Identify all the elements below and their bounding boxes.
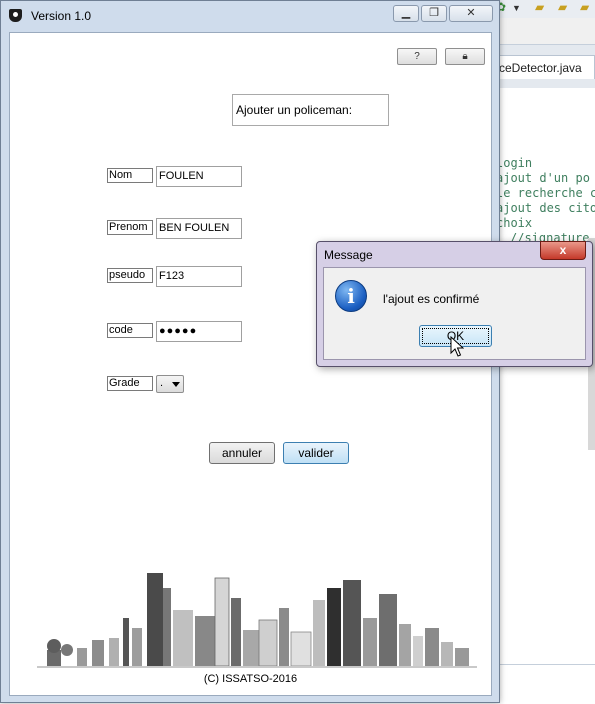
close-icon: x [559,243,567,257]
nom-label: Nom [107,168,153,183]
chevron-down-icon [172,382,180,387]
form-heading: Ajouter un policeman: [232,94,389,126]
help-button[interactable]: ? [397,48,437,65]
dialog-close-button[interactable]: x [540,241,586,260]
city-skyline-illustration [47,573,469,667]
ide-editor[interactable]: login ajout d'un po le recherche c ajout… [495,88,595,668]
footer-copyright: (C) ISSATSO-2016 [203,673,298,685]
package-icon[interactable]: ▰ [580,0,589,14]
lock-button[interactable]: 🔒︎ [445,48,485,65]
info-icon: i [335,280,367,312]
prenom-field[interactable]: BEN FOULEN [156,218,242,239]
cancel-button[interactable]: annuler [209,442,275,464]
ide-bottom-panel [495,664,595,704]
code-label: code [107,323,153,338]
dialog-message: l'ajout es confirmé [383,292,480,306]
window-titlebar[interactable]: Version 1.0 ▁ ❐ ✕ [1,1,499,31]
grade-selected-value: . [160,377,164,389]
maximize-icon[interactable]: ❐ [421,5,447,22]
dropdown-arrow-icon[interactable]: ▼ [512,3,521,13]
pseudo-field[interactable]: F123 [156,266,242,287]
code-line: ajout d'un po [496,171,590,185]
submit-button[interactable]: valider [283,442,349,464]
app-icon [9,9,22,22]
folder-icon[interactable]: ▰ [535,0,544,14]
code-line: ajout des cito [496,201,595,215]
mouse-pointer-icon [450,336,464,357]
window-title: Version 1.0 [31,9,92,23]
code-line: le recherche c [496,186,595,200]
code-line: login [496,156,533,170]
ide-tab-bar: ceDetector.java [495,44,595,89]
ide-toolbar: ✿ ▼ ▰ ▰ ▰ [490,0,595,18]
code-password-field[interactable]: ●●●●● [156,321,242,342]
minimize-icon[interactable]: ▁ [393,5,419,22]
close-icon[interactable]: ✕ [449,5,493,22]
ide-editor-tab[interactable]: ceDetector.java [495,55,595,79]
grade-label: Grade [107,376,153,391]
nom-field[interactable]: FOULEN [156,166,242,187]
lock-icon: 🔒︎ [462,51,468,62]
dialog-title: Message [324,248,373,262]
folder-open-icon[interactable]: ▰ [558,0,567,14]
grade-select[interactable]: . [156,375,184,393]
code-line: choix [496,216,533,230]
help-icon: ? [414,51,420,62]
skyline-ground-line [37,666,477,668]
pseudo-label: pseudo [107,268,153,283]
prenom-label: Prenom [107,220,153,235]
